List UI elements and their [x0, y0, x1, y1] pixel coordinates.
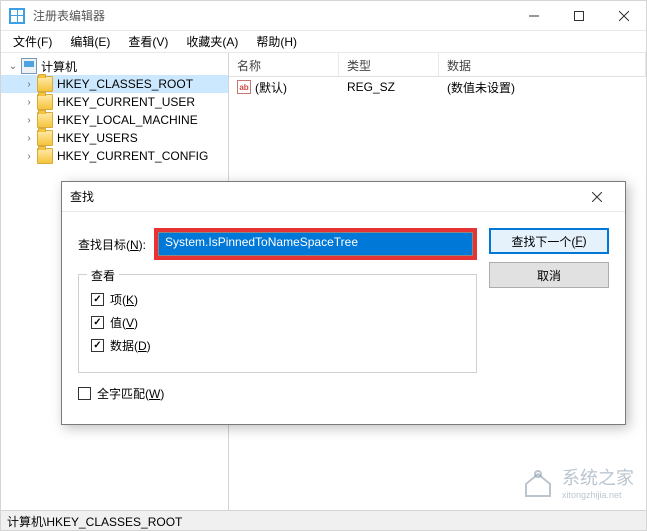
expander-icon[interactable]: ›	[21, 79, 37, 90]
close-button[interactable]	[601, 1, 646, 31]
menu-help[interactable]: 帮助(H)	[248, 31, 305, 52]
cell-type: REG_SZ	[339, 78, 439, 96]
checkbox-data[interactable]: 数据(D)	[91, 337, 464, 354]
close-icon	[592, 192, 602, 202]
maximize-button[interactable]	[556, 1, 601, 31]
folder-icon	[37, 76, 53, 92]
checkbox-label: 数据(D)	[110, 337, 151, 354]
cancel-button[interactable]: 取消	[489, 262, 609, 288]
search-input-value: System.IsPinnedToNameSpaceTree	[163, 234, 360, 250]
tree-root[interactable]: ⌄ 计算机	[1, 57, 228, 75]
checkbox-label: 项(K)	[110, 291, 138, 308]
col-data[interactable]: 数据	[439, 53, 646, 76]
dialog-body: 查找目标(N): System.IsPinnedToNameSpaceTree …	[62, 212, 625, 424]
minimize-button[interactable]	[511, 1, 556, 31]
search-row: 查找目标(N): System.IsPinnedToNameSpaceTree	[78, 228, 477, 260]
menubar: 文件(F) 编辑(E) 查看(V) 收藏夹(A) 帮助(H)	[1, 31, 646, 53]
tree-item-hkcr[interactable]: › HKEY_CLASSES_ROOT	[1, 75, 228, 93]
tree-item-label: HKEY_LOCAL_MACHINE	[57, 113, 198, 127]
dialog-close-button[interactable]	[577, 183, 617, 211]
cell-name: ab (默认)	[229, 77, 339, 98]
dialog-titlebar[interactable]: 查找	[62, 182, 625, 212]
dialog-left: 查找目标(N): System.IsPinnedToNameSpaceTree …	[78, 228, 477, 408]
statusbar: 计算机\HKEY_CLASSES_ROOT	[1, 510, 646, 530]
maximize-icon	[574, 11, 584, 21]
computer-icon	[21, 58, 37, 74]
tree-item-label: HKEY_CLASSES_ROOT	[57, 77, 193, 91]
app-icon	[9, 8, 25, 24]
folder-icon	[37, 94, 53, 110]
checkbox-icon[interactable]	[91, 293, 104, 306]
lookat-fieldset: 查看 项(K) 值(V) 数据(D)	[78, 274, 477, 373]
expander-icon[interactable]: ›	[21, 115, 37, 126]
col-type[interactable]: 类型	[339, 53, 439, 76]
tree-item-hku[interactable]: › HKEY_USERS	[1, 129, 228, 147]
tree-item-hkcc[interactable]: › HKEY_CURRENT_CONFIG	[1, 147, 228, 165]
checkbox-label: 值(V)	[110, 314, 138, 331]
search-input[interactable]: System.IsPinnedToNameSpaceTree	[158, 232, 473, 256]
checkbox-whole-word[interactable]: 全字匹配(W)	[78, 385, 477, 402]
checkbox-label: 全字匹配(W)	[97, 385, 164, 402]
col-name[interactable]: 名称	[229, 53, 339, 76]
dialog-buttons: 查找下一个(F) 取消	[489, 228, 609, 408]
menu-file[interactable]: 文件(F)	[5, 31, 60, 52]
checkbox-icon[interactable]	[91, 339, 104, 352]
expander-icon[interactable]: ›	[21, 151, 37, 162]
search-input-highlight: System.IsPinnedToNameSpaceTree	[154, 228, 477, 260]
menu-edit[interactable]: 编辑(E)	[62, 31, 118, 52]
expander-icon[interactable]: ›	[21, 97, 37, 108]
list-row[interactable]: ab (默认) REG_SZ (数值未设置)	[229, 77, 646, 97]
checkbox-keys[interactable]: 项(K)	[91, 291, 464, 308]
find-dialog: 查找 查找目标(N): System.IsPinnedToNameSpaceTr…	[61, 181, 626, 425]
tree-item-hklm[interactable]: › HKEY_LOCAL_MACHINE	[1, 111, 228, 129]
minimize-icon	[529, 11, 539, 21]
tree-item-hkcu[interactable]: › HKEY_CURRENT_USER	[1, 93, 228, 111]
menu-view[interactable]: 查看(V)	[120, 31, 176, 52]
tree-item-label: HKEY_CURRENT_CONFIG	[57, 149, 208, 163]
close-icon	[619, 11, 629, 21]
checkbox-values[interactable]: 值(V)	[91, 314, 464, 331]
folder-icon	[37, 148, 53, 164]
menu-favorites[interactable]: 收藏夹(A)	[178, 31, 246, 52]
cell-data: (数值未设置)	[439, 77, 646, 98]
checkbox-icon[interactable]	[78, 387, 91, 400]
string-value-icon: ab	[237, 80, 251, 94]
dialog-title: 查找	[70, 188, 94, 205]
expander-icon[interactable]: ›	[21, 133, 37, 144]
tree-root-label: 计算机	[41, 58, 77, 75]
window-controls	[511, 1, 646, 31]
folder-icon	[37, 130, 53, 146]
folder-icon	[37, 112, 53, 128]
search-label: 查找目标(N):	[78, 236, 146, 253]
checkbox-icon[interactable]	[91, 316, 104, 329]
fieldset-legend: 查看	[87, 267, 119, 284]
window-title: 注册表编辑器	[33, 7, 105, 24]
find-next-button[interactable]: 查找下一个(F)	[489, 228, 609, 254]
tree-item-label: HKEY_CURRENT_USER	[57, 95, 195, 109]
tree-item-label: HKEY_USERS	[57, 131, 138, 145]
expander-icon[interactable]: ⌄	[5, 61, 21, 72]
list-header: 名称 类型 数据	[229, 53, 646, 77]
window-titlebar: 注册表编辑器	[1, 1, 646, 31]
